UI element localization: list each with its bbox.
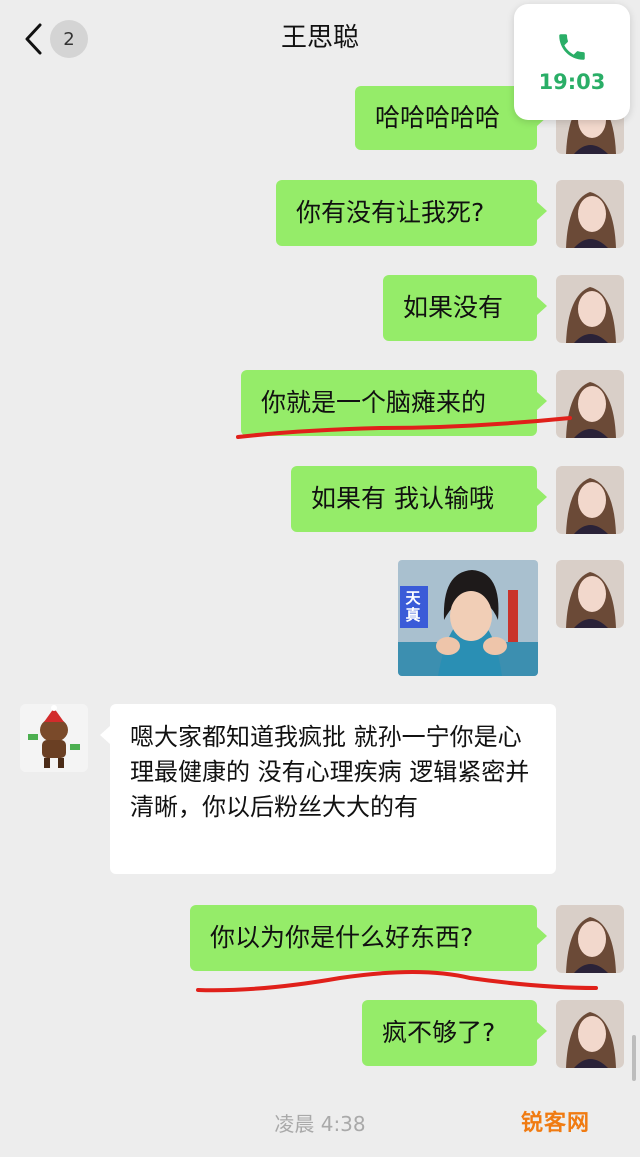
message-bubble-outgoing[interactable]: 你就是一个脑瘫来的: [241, 370, 547, 436]
my-avatar[interactable]: [556, 180, 624, 248]
message-text: 如果没有: [403, 293, 504, 322]
sticker-image-message[interactable]: 天真: [398, 560, 538, 676]
message-bubble-outgoing[interactable]: 哈哈哈哈哈: [355, 86, 547, 150]
my-avatar[interactable]: [556, 1000, 624, 1068]
message-text: 你就是一个脑瘫来的: [261, 388, 487, 417]
phone-icon: [559, 34, 585, 60]
my-avatar[interactable]: [556, 370, 624, 438]
message-bubble-incoming[interactable]: 嗯大家都知道我疯批 就孙一宁你是心理最健康的 没有心理疾病 逻辑紧密并清晰，你以…: [100, 704, 556, 874]
scrollbar[interactable]: [632, 1035, 636, 1081]
message-bubble-outgoing[interactable]: 你以为你是什么好东西?: [190, 905, 547, 971]
my-avatar[interactable]: [556, 560, 624, 628]
my-avatar[interactable]: [556, 905, 624, 973]
message-bubble-outgoing[interactable]: 你有没有让我死?: [276, 180, 547, 246]
watermark-logo: 锐客网: [520, 1111, 590, 1136]
message-bubble-outgoing[interactable]: 疯不够了?: [362, 1000, 547, 1066]
call-duration: 19:03: [538, 70, 606, 94]
voice-call-floating-window[interactable]: 19:03: [514, 4, 630, 120]
message-bubble-outgoing[interactable]: 如果有 我认输哦: [291, 466, 547, 532]
message-text: 你有没有让我死?: [296, 198, 485, 227]
sticker-caption: 天真: [405, 589, 421, 624]
my-avatar[interactable]: [556, 466, 624, 534]
message-text: 哈哈哈哈哈: [375, 103, 501, 132]
message-text: 如果有 我认输哦: [311, 484, 494, 513]
message-text: 嗯大家都知道我疯批 就孙一宁你是心理最健康的 没有心理疾病 逻辑紧密并清晰，你以…: [130, 723, 530, 821]
message-text: 疯不够了?: [382, 1018, 496, 1047]
message-bubble-outgoing[interactable]: 如果没有: [383, 275, 547, 341]
message-text: 你以为你是什么好东西?: [210, 923, 474, 952]
red-underline-annotation: [196, 416, 598, 993]
my-avatar[interactable]: [556, 275, 624, 343]
contact-avatar[interactable]: [20, 704, 88, 772]
